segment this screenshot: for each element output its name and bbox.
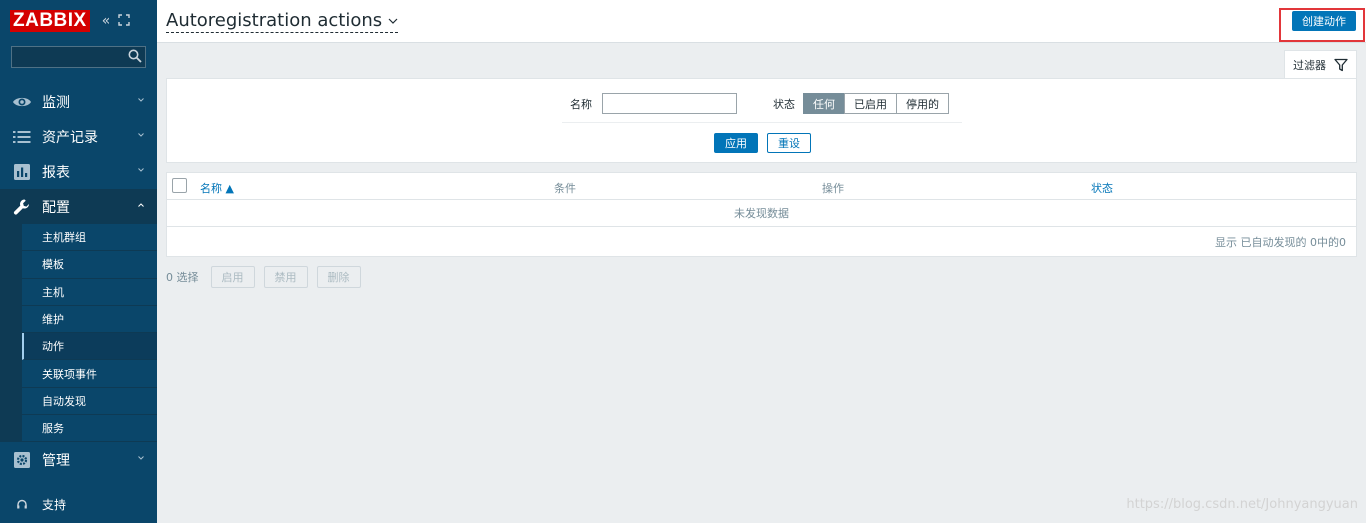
kiosk-mode-icon[interactable] (118, 13, 131, 29)
filter-tab[interactable]: 过滤器 (1284, 50, 1357, 78)
page-header: Autoregistration actions 创建动作 (157, 0, 1366, 43)
chevron-up-icon (138, 203, 144, 207)
menu-item-inventory[interactable]: 资产记录 (0, 119, 157, 154)
gear-icon (12, 451, 32, 469)
actions-table: 名称 ▲ 条件 操作 状态 未发现数据 显示 已自动发现的 0中的0 (166, 172, 1357, 257)
logo-row: ZABBIX « (0, 0, 157, 42)
disable-selected-button[interactable]: 禁用 (263, 266, 308, 288)
status-option-disabled[interactable]: 停用的 (896, 93, 949, 114)
filter-panel: 名称 状态 任何 已启用 停用的 应用 重设 (166, 78, 1357, 163)
configuration-submenu: 主机群组 模板 主机 维护 动作 关联项事件 自动发现 服务 (0, 224, 157, 443)
menu-item-reports[interactable]: 报表 (0, 154, 157, 189)
reset-button[interactable]: 重设 (767, 133, 811, 153)
menu-item-label: 监测 (42, 94, 70, 111)
filter-icon (1334, 58, 1348, 71)
page-title: Autoregistration actions (166, 10, 383, 31)
menu-item-administration[interactable]: 管理 (0, 442, 157, 477)
status-filter-label: 状态 (773, 98, 795, 111)
submenu-item-services[interactable]: 服务 (22, 415, 157, 443)
column-header-operations: 操作 (822, 182, 844, 195)
submenu-item-host-groups[interactable]: 主机群组 (22, 224, 157, 252)
submenu-item-actions[interactable]: 动作 (22, 333, 157, 361)
sidebar: ZABBIX « 监测 资产记录 报表 配置 主机群组 模板 主机 维护 动作 … (0, 0, 157, 523)
enable-selected-button[interactable]: 启用 (210, 266, 255, 288)
menu-item-configuration[interactable]: 配置 (0, 189, 157, 224)
watermark-text: https://blog.csdn.net/Johnyangyuan (1126, 497, 1358, 512)
chevron-down-icon (138, 98, 144, 102)
paging-summary: 显示 已自动发现的 0中的0 (1215, 235, 1346, 249)
sidebar-controls: « (102, 13, 131, 29)
page-title-dropdown[interactable]: Autoregistration actions (166, 10, 399, 33)
status-segmented-control: 任何 已启用 停用的 (803, 93, 949, 114)
chevron-down-icon (138, 456, 144, 461)
menu-item-label: 资产记录 (42, 129, 98, 146)
bulk-actions-bar: 0 选择 启用 禁用 删除 (166, 266, 361, 288)
selected-count: 0 选择 (166, 271, 199, 284)
submenu-item-hosts[interactable]: 主机 (22, 278, 157, 306)
headset-icon (12, 499, 32, 511)
zabbix-logo[interactable]: ZABBIX (10, 10, 90, 32)
support-label: 支持 (42, 498, 67, 512)
annotation-highlight-box (1279, 8, 1365, 42)
column-header-conditions: 条件 (554, 182, 576, 195)
bar-chart-icon (12, 163, 32, 181)
status-option-enabled[interactable]: 已启用 (844, 93, 897, 114)
status-option-any[interactable]: 任何 (803, 93, 845, 114)
main-menu: 监测 资产记录 报表 配置 主机群组 模板 主机 维护 动作 关联项事件 自动发… (0, 84, 157, 477)
table-header-row: 名称 ▲ 条件 操作 状态 (167, 173, 1356, 200)
submenu-item-maintenance[interactable]: 维护 (22, 305, 157, 334)
sidebar-search-input[interactable] (11, 46, 146, 68)
eye-icon (12, 93, 32, 111)
column-header-name[interactable]: 名称 ▲ (200, 180, 234, 196)
filter-tab-label: 过滤器 (1293, 58, 1326, 72)
select-all-checkbox[interactable] (172, 178, 187, 193)
delete-selected-button[interactable]: 删除 (316, 266, 361, 288)
menu-item-label: 配置 (42, 199, 70, 216)
search-icon[interactable] (128, 49, 142, 63)
list-icon (12, 128, 32, 146)
submenu-item-event-correlation[interactable]: 关联项事件 (22, 360, 157, 388)
menu-item-label: 管理 (42, 452, 70, 469)
collapse-sidebar-icon[interactable]: « (102, 14, 111, 28)
submenu-item-templates[interactable]: 模板 (22, 251, 157, 279)
chevron-down-icon (138, 133, 144, 137)
menu-item-label: 报表 (42, 164, 70, 181)
filter-divider (562, 122, 962, 123)
chevron-down-icon (138, 168, 144, 172)
column-header-status[interactable]: 状态 (1091, 180, 1113, 196)
support-link[interactable]: 支持 (12, 496, 66, 513)
empty-table-message: 未发现数据 (167, 200, 1356, 227)
submenu-item-discovery[interactable]: 自动发现 (22, 387, 157, 416)
wrench-icon (12, 198, 32, 216)
apply-button[interactable]: 应用 (714, 133, 758, 153)
menu-item-monitoring[interactable]: 监测 (0, 84, 157, 119)
name-filter-input[interactable] (602, 93, 737, 114)
chevron-down-icon (388, 18, 398, 24)
name-filter-label: 名称 (570, 98, 592, 111)
